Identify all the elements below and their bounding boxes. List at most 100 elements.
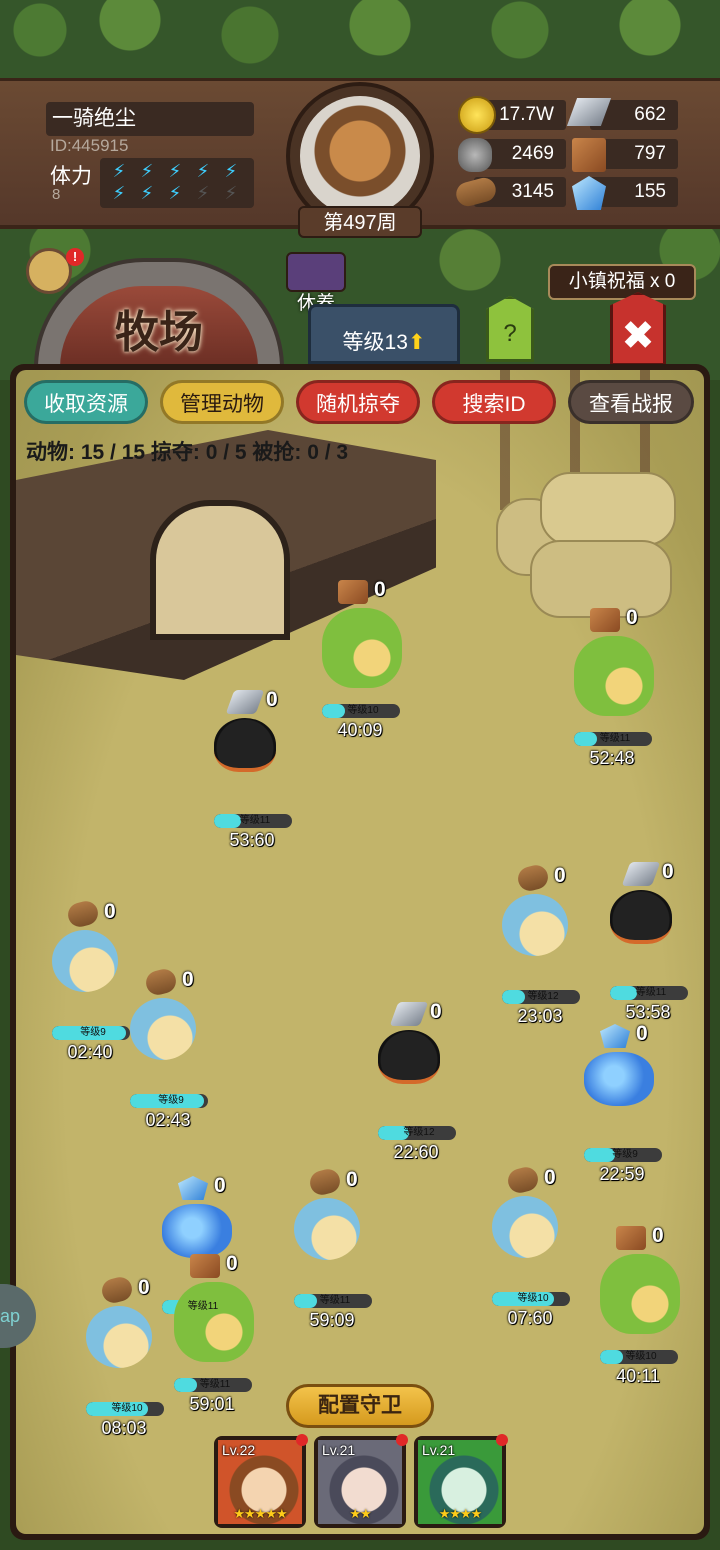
resource-count: 0	[544, 1166, 556, 1189]
level-bar: 等级9	[130, 1094, 208, 1108]
bolt-empty-icon: ⚡	[224, 183, 238, 203]
resource-count: 0	[214, 1174, 226, 1197]
sprout-creature	[86, 1306, 152, 1368]
level-bar: 等级12	[378, 1126, 456, 1140]
level-label: 等级13	[342, 331, 408, 354]
level-label: 等级10	[111, 1403, 143, 1414]
town-blessing[interactable]: 小镇祝福 x 0	[548, 264, 696, 300]
brick-resource-icon	[190, 1254, 220, 1278]
gold-coin-icon	[458, 96, 496, 134]
production-timer: 22:59	[599, 1164, 645, 1184]
bolt-icon: ⚡	[168, 161, 182, 181]
resource-count: 0	[374, 578, 386, 601]
level-bar: 等级11	[214, 814, 292, 828]
production-timer: 59:01	[189, 1394, 235, 1414]
random-raid-button[interactable]: 随机掠夺	[296, 380, 420, 424]
event-alert-badge: !	[66, 248, 84, 266]
stone-ore-icon	[458, 138, 492, 172]
level-bar: 等级11	[294, 1294, 372, 1308]
guard-hero-2[interactable]: Lv.21 ★★	[314, 1434, 408, 1528]
production-timer: 40:09	[337, 720, 383, 740]
bolt-icon: ⚡	[168, 183, 182, 203]
avatar[interactable]	[300, 96, 420, 216]
player-id: ID:445915	[50, 136, 129, 155]
resource-count: 0	[554, 864, 566, 887]
level-label: 等级9	[612, 1149, 638, 1160]
brick-resource-icon	[616, 1226, 646, 1250]
help-button[interactable]: ?	[486, 296, 534, 362]
production-timer: 02:40	[67, 1042, 113, 1062]
level-bar: 等级11	[610, 986, 688, 1000]
resource-count: 0	[662, 860, 674, 883]
bolt-empty-icon: ⚡	[196, 183, 210, 203]
level-bar-fill	[322, 704, 346, 718]
stamina-bolts: ⚡ ⚡ ⚡ ⚡ ⚡ ⚡ ⚡ ⚡ ⚡ ⚡	[100, 158, 254, 208]
level-label: 等级11	[635, 987, 667, 998]
stamina-value: 8	[52, 186, 61, 203]
grass-creature	[574, 636, 654, 716]
resource-count: 0	[636, 1022, 648, 1045]
production-timer: 59:09	[309, 1310, 355, 1330]
level-bar: 等级10	[492, 1292, 570, 1306]
level-bar: 等级9	[584, 1148, 662, 1162]
bolt-icon: ⚡	[112, 183, 126, 203]
resource-count: 0	[226, 1252, 238, 1275]
resource-count: 0	[652, 1224, 664, 1247]
hero-level: Lv.21	[422, 1442, 456, 1458]
blue-creature	[162, 1204, 232, 1258]
grass-creature	[174, 1282, 254, 1362]
guard-hero-3[interactable]: Lv.21 ★★★★	[414, 1434, 508, 1528]
sprout-creature	[502, 894, 568, 956]
manage-animals-button[interactable]: 管理动物	[160, 380, 284, 424]
search-id-button[interactable]: 搜索ID	[432, 380, 556, 424]
bolt-icon: ⚡	[224, 161, 238, 181]
level-bar-fill	[502, 990, 526, 1004]
bolt-icon: ⚡	[140, 161, 154, 181]
level-bar: 等级11	[174, 1378, 252, 1392]
production-timer: 07:60	[507, 1308, 553, 1328]
barn-door	[150, 500, 290, 640]
level-bar: 等级11	[574, 732, 652, 746]
hay-bale	[530, 540, 672, 618]
production-timer: 08:03	[101, 1418, 147, 1438]
resource-count: 0	[104, 900, 116, 923]
guard-hero-1[interactable]: Lv.22 ★★★★★	[214, 1434, 308, 1528]
level-bar: 等级10	[600, 1350, 678, 1364]
level-label: 等级11	[239, 815, 271, 826]
brick-icon	[572, 138, 606, 172]
level-label: 等级10	[517, 1293, 549, 1304]
pasture-level-tab[interactable]: 等级13⬆	[308, 304, 460, 364]
level-label: 等级10	[347, 705, 379, 716]
hero-level: Lv.22	[222, 1442, 256, 1458]
resource-count: 0	[626, 606, 638, 629]
resource-count: 0	[182, 968, 194, 991]
production-timer: 02:43	[145, 1110, 191, 1130]
level-label: 等级12	[403, 1127, 435, 1138]
scroll-icon	[286, 252, 346, 292]
week-counter: 第497周	[298, 206, 422, 238]
rest-button[interactable]: 休养	[280, 250, 352, 314]
grass-creature	[322, 608, 402, 688]
hero-stars: ★★★★★	[233, 1506, 287, 1521]
level-label: 等级11	[187, 1301, 219, 1312]
hero-alert-dot	[396, 1434, 408, 1446]
level-bar: 等级9	[52, 1026, 130, 1040]
configure-guard-button[interactable]: 配置守卫	[286, 1384, 434, 1428]
production-timer: 40:11	[616, 1366, 660, 1386]
page-title: 牧场	[115, 308, 203, 357]
close-button[interactable]: ✖	[610, 292, 666, 366]
level-bar: 等级12	[502, 990, 580, 1004]
collect-resources-button[interactable]: 收取资源	[24, 380, 148, 424]
level-label: 等级11	[599, 733, 631, 744]
bolt-icon: ⚡	[112, 161, 126, 181]
hero-alert-dot	[496, 1434, 508, 1446]
sprout-creature	[492, 1196, 558, 1258]
sprout-creature	[294, 1198, 360, 1260]
level-bar-fill	[600, 1350, 624, 1364]
slime-creature	[378, 1030, 440, 1084]
level-bar-fill	[294, 1294, 318, 1308]
level-label: 等级9	[80, 1027, 106, 1038]
level-bar-fill	[574, 732, 598, 746]
view-battle-report-button[interactable]: 查看战报	[568, 380, 694, 424]
sprout-creature	[130, 998, 196, 1060]
